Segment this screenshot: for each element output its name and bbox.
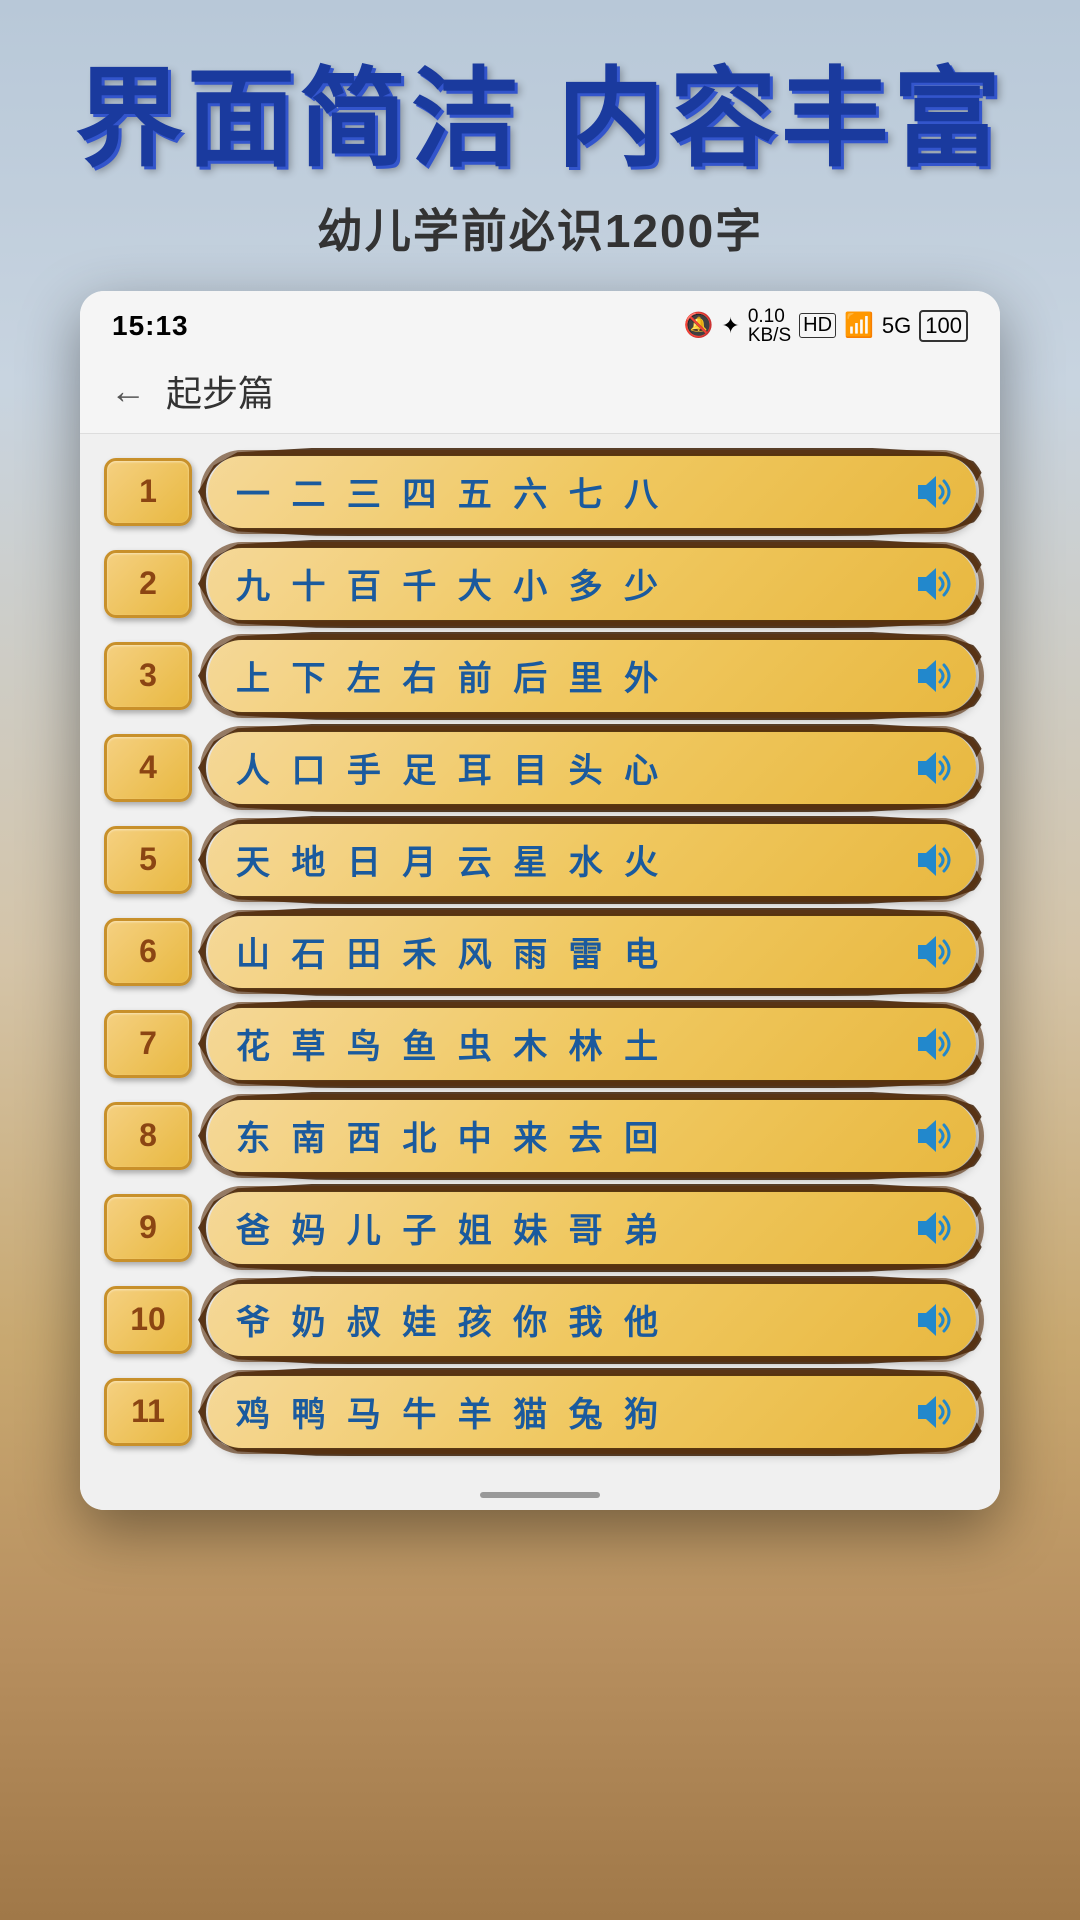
speaker-icon[interactable] <box>912 562 956 606</box>
lesson-number: 4 <box>104 734 192 802</box>
data-speed: 0.10KB/S <box>748 307 791 345</box>
speaker-icon[interactable] <box>912 470 956 514</box>
list-item: 3 上 下 左 右 前 后 里 外 <box>104 638 976 714</box>
promo-section: 界面简洁 内容丰富 幼儿学前必识1200字 <box>0 0 1080 291</box>
lesson-chars: 鸡 鸭 马 牛 羊 猫 兔 狗 <box>236 1387 664 1436</box>
list-item: 8 东 南 西 北 中 来 去 回 <box>104 1098 976 1174</box>
speaker-icon[interactable] <box>912 1298 956 1342</box>
list-item: 4 人 口 手 足 耳 目 头 心 <box>104 730 976 806</box>
bottom-bar <box>80 1480 1000 1510</box>
lesson-button[interactable]: 东 南 西 北 中 来 去 回 <box>208 1098 976 1174</box>
lesson-chars: 花 草 鸟 鱼 虫 木 林 土 <box>236 1019 664 1068</box>
lesson-button[interactable]: 爷 奶 叔 娃 孩 你 我 他 <box>208 1282 976 1358</box>
lesson-chars: 天 地 日 月 云 星 水 火 <box>236 835 664 884</box>
battery-icon: 100 <box>919 310 968 342</box>
speaker-icon[interactable] <box>912 930 956 974</box>
speaker-icon[interactable] <box>912 1206 956 1250</box>
list-item: 7 花 草 鸟 鱼 虫 木 林 土 <box>104 1006 976 1082</box>
promo-title: 界面简洁 内容丰富 <box>40 60 1040 179</box>
promo-suffix: 字 <box>715 205 763 257</box>
signal-icon: 5G <box>882 313 911 339</box>
lesson-button[interactable]: 一 二 三 四 五 六 七 八 <box>208 454 976 530</box>
lesson-number: 11 <box>104 1378 192 1446</box>
lesson-chars: 人 口 手 足 耳 目 头 心 <box>236 743 664 792</box>
lesson-number: 3 <box>104 642 192 710</box>
status-time: 15:13 <box>112 310 189 342</box>
lesson-number: 1 <box>104 458 192 526</box>
lesson-button[interactable]: 九 十 百 千 大 小 多 少 <box>208 546 976 622</box>
status-icons: 🔕 ✦ 0.10KB/S HD 📶 5G 100 <box>684 307 969 345</box>
lesson-number: 6 <box>104 918 192 986</box>
lesson-chars: 上 下 左 右 前 后 里 外 <box>236 651 664 700</box>
lesson-number: 5 <box>104 826 192 894</box>
list-item: 6 山 石 田 禾 风 雨 雷 电 <box>104 914 976 990</box>
lesson-number: 7 <box>104 1010 192 1078</box>
lesson-button[interactable]: 鸡 鸭 马 牛 羊 猫 兔 狗 <box>208 1374 976 1450</box>
lesson-button[interactable]: 爸 妈 儿 子 姐 妹 哥 弟 <box>208 1190 976 1266</box>
lesson-number: 10 <box>104 1286 192 1354</box>
nav-bar: ← 起步篇 <box>80 353 1000 434</box>
back-button[interactable]: ← <box>110 370 146 412</box>
lesson-number: 9 <box>104 1194 192 1262</box>
nav-title: 起步篇 <box>166 365 274 417</box>
lesson-chars: 九 十 百 千 大 小 多 少 <box>236 559 664 608</box>
promo-subtitle-prefix: 幼儿学前必识 <box>317 205 605 257</box>
speaker-icon[interactable] <box>912 838 956 882</box>
list-item: 5 天 地 日 月 云 星 水 火 <box>104 822 976 898</box>
lesson-button[interactable]: 上 下 左 右 前 后 里 外 <box>208 638 976 714</box>
lesson-chars: 山 石 田 禾 风 雨 雷 电 <box>236 927 664 976</box>
list-item: 10 爷 奶 叔 娃 孩 你 我 他 <box>104 1282 976 1358</box>
lesson-chars: 一 二 三 四 五 六 七 八 <box>236 467 664 516</box>
status-bar: 15:13 🔕 ✦ 0.10KB/S HD 📶 5G 100 <box>80 291 1000 353</box>
speaker-icon[interactable] <box>912 746 956 790</box>
list-item: 9 爸 妈 儿 子 姐 妹 哥 弟 <box>104 1190 976 1266</box>
home-indicator <box>480 1492 600 1498</box>
mute-icon: 🔕 <box>684 311 714 340</box>
lesson-number: 2 <box>104 550 192 618</box>
lesson-chars: 爷 奶 叔 娃 孩 你 我 他 <box>236 1295 664 1344</box>
speaker-icon[interactable] <box>912 1114 956 1158</box>
lesson-button[interactable]: 人 口 手 足 耳 目 头 心 <box>208 730 976 806</box>
speaker-icon[interactable] <box>912 1022 956 1066</box>
list-item: 11 鸡 鸭 马 牛 羊 猫 兔 狗 <box>104 1374 976 1450</box>
speaker-icon[interactable] <box>912 1390 956 1434</box>
speaker-icon[interactable] <box>912 654 956 698</box>
bluetooth-icon: ✦ <box>721 313 739 339</box>
lesson-button[interactable]: 山 石 田 禾 风 雨 雷 电 <box>208 914 976 990</box>
lesson-chars: 东 南 西 北 中 来 去 回 <box>236 1111 664 1160</box>
app-frame: 15:13 🔕 ✦ 0.10KB/S HD 📶 5G 100 ← 起步篇 1 一 … <box>80 291 1000 1510</box>
list-item: 2 九 十 百 千 大 小 多 少 <box>104 546 976 622</box>
lesson-list: 1 一 二 三 四 五 六 七 八 2 九 十 百 千 大 小 多 少 3 上 下 左… <box>80 434 1000 1480</box>
lesson-chars: 爸 妈 儿 子 姐 妹 哥 弟 <box>236 1203 664 1252</box>
promo-subtitle: 幼儿学前必识1200字 <box>40 195 1040 261</box>
list-item: 1 一 二 三 四 五 六 七 八 <box>104 454 976 530</box>
lesson-number: 8 <box>104 1102 192 1170</box>
lesson-button[interactable]: 天 地 日 月 云 星 水 火 <box>208 822 976 898</box>
hd-badge: HD <box>799 313 836 338</box>
promo-number: 1200 <box>605 205 715 257</box>
lesson-button[interactable]: 花 草 鸟 鱼 虫 木 林 土 <box>208 1006 976 1082</box>
wifi-icon: 📶 <box>844 311 874 340</box>
